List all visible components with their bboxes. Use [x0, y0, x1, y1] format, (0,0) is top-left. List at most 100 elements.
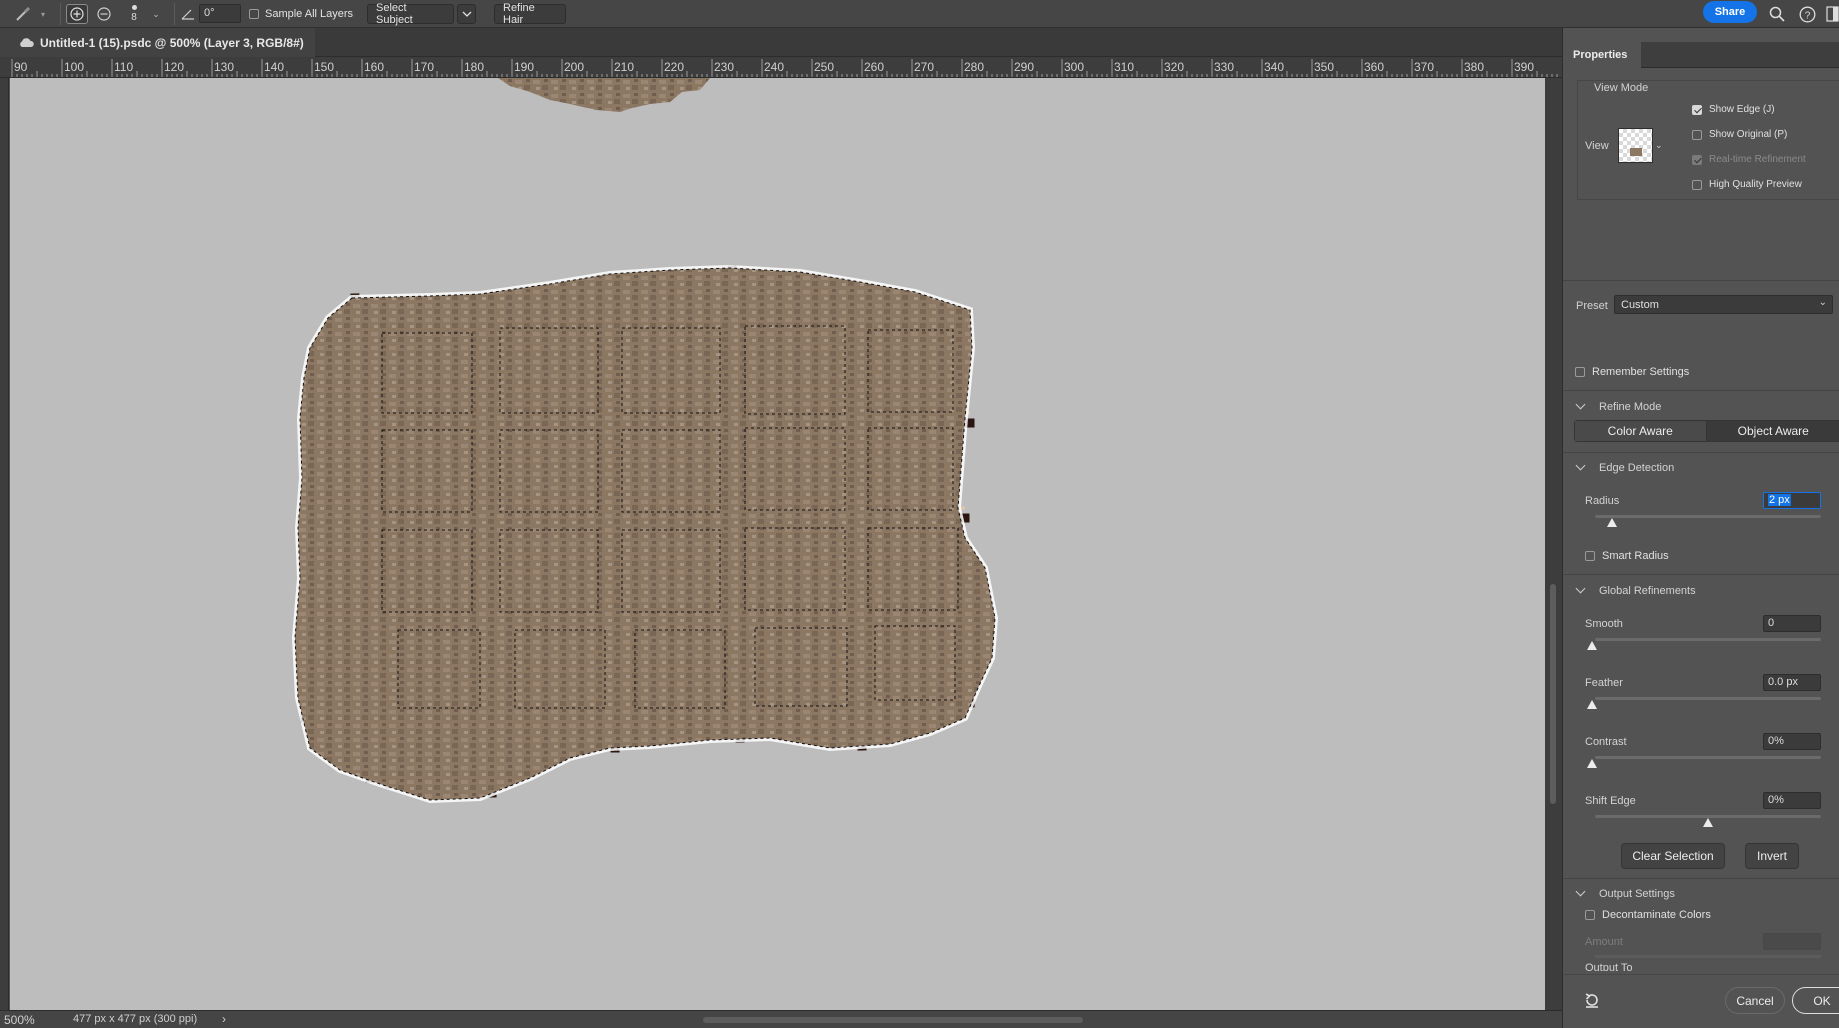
edge-detection-chevron-icon[interactable] [1575, 460, 1586, 471]
ruler-label: 310 [1114, 60, 1135, 74]
workspace-icon[interactable] [1826, 4, 1839, 24]
high-quality-preview-option[interactable]: High Quality Preview [1692, 179, 1802, 190]
shift-edge-slider-thumb[interactable] [1703, 818, 1713, 827]
smooth-slider-track[interactable] [1595, 638, 1821, 641]
zoom-level[interactable]: 500% [4, 1013, 35, 1027]
brush-options-chevron-icon[interactable]: ⌄ [150, 4, 162, 24]
refine-mode-chevron-icon[interactable] [1575, 399, 1586, 410]
brush-size-picker[interactable]: 8 [128, 2, 140, 26]
panel-tab-bar: Properties [1563, 42, 1839, 68]
refine-hair-button[interactable]: Refine Hair [494, 2, 566, 26]
preset-label: Preset [1576, 300, 1608, 312]
tab-properties[interactable]: Properties [1563, 42, 1641, 68]
remember-settings-label: Remember Settings [1592, 366, 1690, 378]
decontaminate-colors-checkbox[interactable] [1585, 910, 1595, 920]
radius-slider-track[interactable] [1595, 515, 1821, 518]
options-bar: ▾ 8 ⌄ 0° Sample All Layers Select Subjec… [0, 0, 1839, 28]
vertical-scrollbar-thumb[interactable] [1550, 584, 1556, 804]
show-original-option[interactable]: Show Original (P) [1692, 129, 1787, 140]
sample-all-layers-checkbox[interactable] [249, 9, 259, 19]
output-settings-chevron-icon[interactable] [1575, 886, 1586, 897]
document-tab[interactable]: Untitled-1 (15).psdc @ 500% (Layer 3, RG… [0, 28, 315, 57]
add-to-selection-icon[interactable] [66, 4, 88, 24]
contrast-input[interactable]: 0% [1763, 733, 1821, 750]
share-button[interactable]: Share [1703, 1, 1757, 23]
ruler-label: 230 [714, 60, 735, 74]
radius-slider-thumb[interactable] [1607, 518, 1617, 527]
radius-value: 2 px [1768, 494, 1791, 506]
sample-all-layers-toggle[interactable]: Sample All Layers [249, 4, 359, 24]
show-edge-option[interactable]: Show Edge (J) [1692, 104, 1775, 115]
global-refinements-divider [1563, 574, 1839, 575]
angle-input[interactable]: 0° [199, 4, 241, 23]
smart-radius-checkbox[interactable] [1585, 551, 1595, 561]
ruler-label: 370 [1414, 60, 1435, 74]
ruler-label: 130 [214, 60, 235, 74]
ruler-label: 330 [1214, 60, 1235, 74]
radius-input[interactable]: 2 px [1763, 492, 1821, 509]
smooth-label: Smooth [1585, 618, 1623, 630]
angle-icon [180, 4, 196, 24]
contrast-slider-thumb[interactable] [1587, 759, 1597, 768]
feather-label: Feather [1585, 677, 1623, 689]
ruler-label: 290 [1014, 60, 1035, 74]
global-refinements-chevron-icon[interactable] [1575, 583, 1586, 594]
output-settings-title: Output Settings [1599, 888, 1675, 900]
show-edge-checkbox[interactable] [1692, 104, 1702, 115]
status-menu-arrow-icon[interactable]: › [222, 1012, 226, 1026]
clear-selection-button[interactable]: Clear Selection [1621, 843, 1725, 869]
cancel-button[interactable]: Cancel [1725, 987, 1785, 1014]
image-fragment-top [498, 78, 710, 112]
feather-input[interactable]: 0.0 px [1763, 674, 1821, 691]
invert-button[interactable]: Invert [1745, 843, 1799, 869]
vertical-scrollbar[interactable] [1545, 78, 1562, 1010]
remember-settings-option[interactable]: Remember Settings [1575, 366, 1689, 378]
feather-slider-track[interactable] [1595, 697, 1821, 700]
select-subject-dropdown-icon[interactable] [457, 4, 476, 24]
realtime-refinement-label: Real-time Refinement [1709, 154, 1806, 165]
quick-selection-brush-icon[interactable] [10, 4, 36, 24]
brush-dot-icon [131, 5, 137, 10]
amount-slider-track [1595, 955, 1821, 958]
ruler-label: 250 [814, 60, 835, 74]
horizontal-scrollbar-thumb[interactable] [703, 1017, 1083, 1023]
document-canvas[interactable] [10, 78, 1545, 1010]
ruler-label: 240 [764, 60, 785, 74]
horizontal-ruler: 90 100 110 120 130 140 150 160 170 180 190 200 210 22… [0, 57, 1562, 78]
ruler-label: 110 [114, 60, 134, 74]
ruler-label: 100 [64, 60, 85, 74]
preset-chevron-icon: ⌄ [1818, 297, 1827, 308]
ruler-label: 120 [164, 60, 185, 74]
object-aware-button[interactable]: Object Aware [1706, 421, 1839, 441]
select-subject-button[interactable]: Select Subject [367, 2, 454, 26]
smart-radius-option[interactable]: Smart Radius [1585, 550, 1669, 562]
ruler-label: 320 [1164, 60, 1185, 74]
subtract-from-selection-icon[interactable] [94, 4, 114, 24]
feather-slider-thumb[interactable] [1587, 700, 1597, 709]
reset-icon[interactable] [1583, 991, 1601, 1014]
remember-settings-checkbox[interactable] [1575, 367, 1585, 377]
contrast-slider-track[interactable] [1595, 756, 1821, 759]
smooth-slider-thumb[interactable] [1587, 641, 1597, 650]
ruler-label: 150 [314, 60, 335, 74]
color-aware-button[interactable]: Color Aware [1575, 421, 1707, 441]
ruler-label: 340 [1264, 60, 1285, 74]
high-quality-preview-checkbox[interactable] [1692, 179, 1702, 190]
ruler-label: 190 [514, 60, 535, 74]
ruler-label: 300 [1064, 60, 1085, 74]
preset-select[interactable]: Custom ⌄ [1614, 295, 1833, 314]
cloud-document-icon [20, 38, 34, 47]
help-icon[interactable]: ? [1797, 4, 1817, 24]
ok-button[interactable]: OK [1792, 987, 1839, 1014]
smooth-input[interactable]: 0 [1763, 615, 1821, 632]
view-thumbnail[interactable] [1618, 128, 1653, 163]
show-original-checkbox[interactable] [1692, 129, 1702, 140]
view-thumbnail-preview-icon [1630, 148, 1642, 156]
decontaminate-colors-option[interactable]: Decontaminate Colors [1585, 909, 1711, 921]
shift-edge-input[interactable]: 0% [1763, 792, 1821, 809]
tool-preset-chevron-icon[interactable]: ▾ [38, 4, 48, 24]
search-icon[interactable] [1767, 4, 1787, 24]
global-refinements-title: Global Refinements [1599, 585, 1696, 597]
edge-detection-title: Edge Detection [1599, 462, 1675, 474]
view-dropdown-chevron-icon[interactable]: ⌄ [1655, 140, 1663, 151]
